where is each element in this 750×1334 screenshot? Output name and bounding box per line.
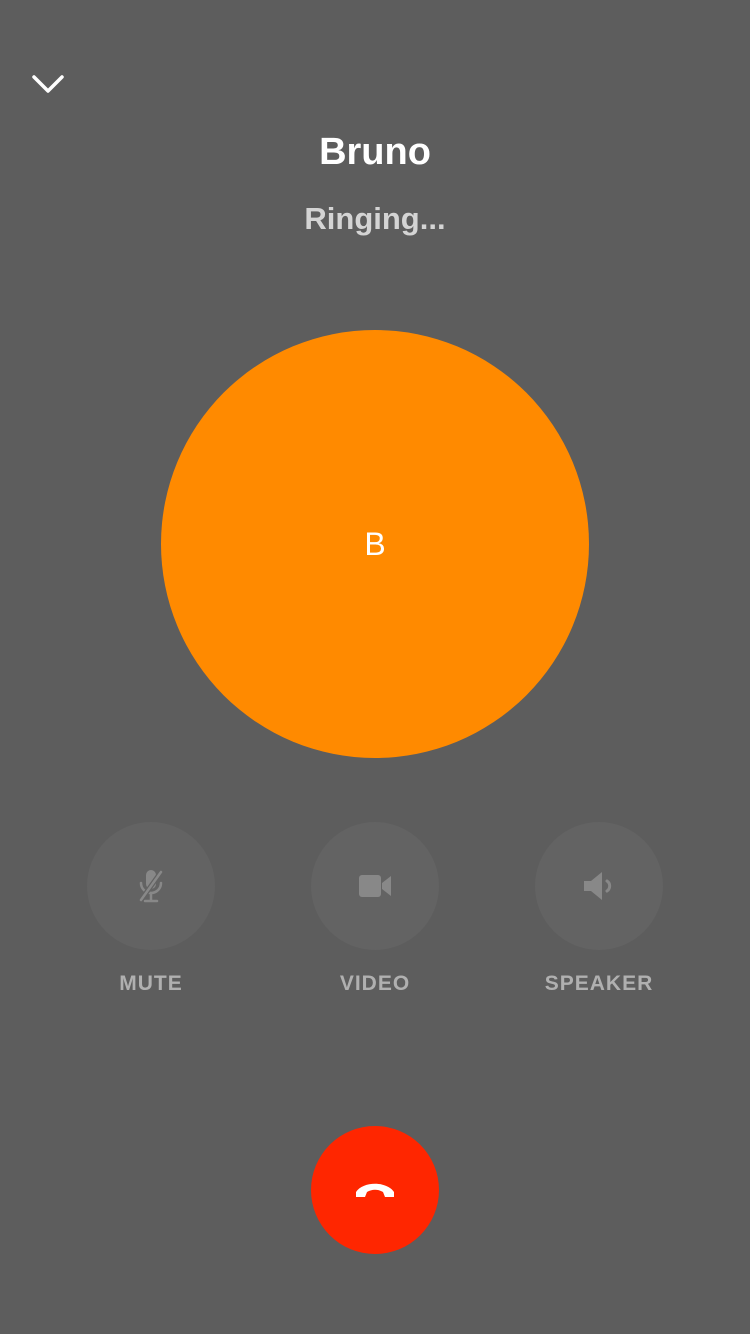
hang-up-phone-icon	[356, 1183, 394, 1197]
collapse-button[interactable]	[22, 58, 74, 110]
end-call-button[interactable]	[311, 1126, 439, 1254]
microphone-muted-icon	[138, 869, 164, 903]
speaker-control: SPEAKER	[535, 822, 663, 998]
speaker-button[interactable]	[535, 822, 663, 950]
avatar: B	[161, 330, 589, 758]
video-button[interactable]	[311, 822, 439, 950]
speaker-label: SPEAKER	[544, 972, 654, 995]
video-control: VIDEO	[311, 822, 439, 998]
avatar-initial: B	[364, 526, 386, 562]
speaker-icon	[584, 872, 612, 900]
mute-control: MUTE	[87, 822, 215, 998]
call-status: Ringing...	[304, 201, 446, 236]
mute-label: MUTE	[119, 972, 183, 995]
chevron-down-icon	[32, 75, 64, 93]
mute-button[interactable]	[87, 822, 215, 950]
video-camera-icon	[359, 875, 391, 897]
video-label: VIDEO	[339, 972, 411, 995]
caller-name: Bruno	[319, 131, 431, 173]
call-screen: Bruno Ringing... B MUTE VIDEO SPEAKER	[0, 0, 750, 1334]
